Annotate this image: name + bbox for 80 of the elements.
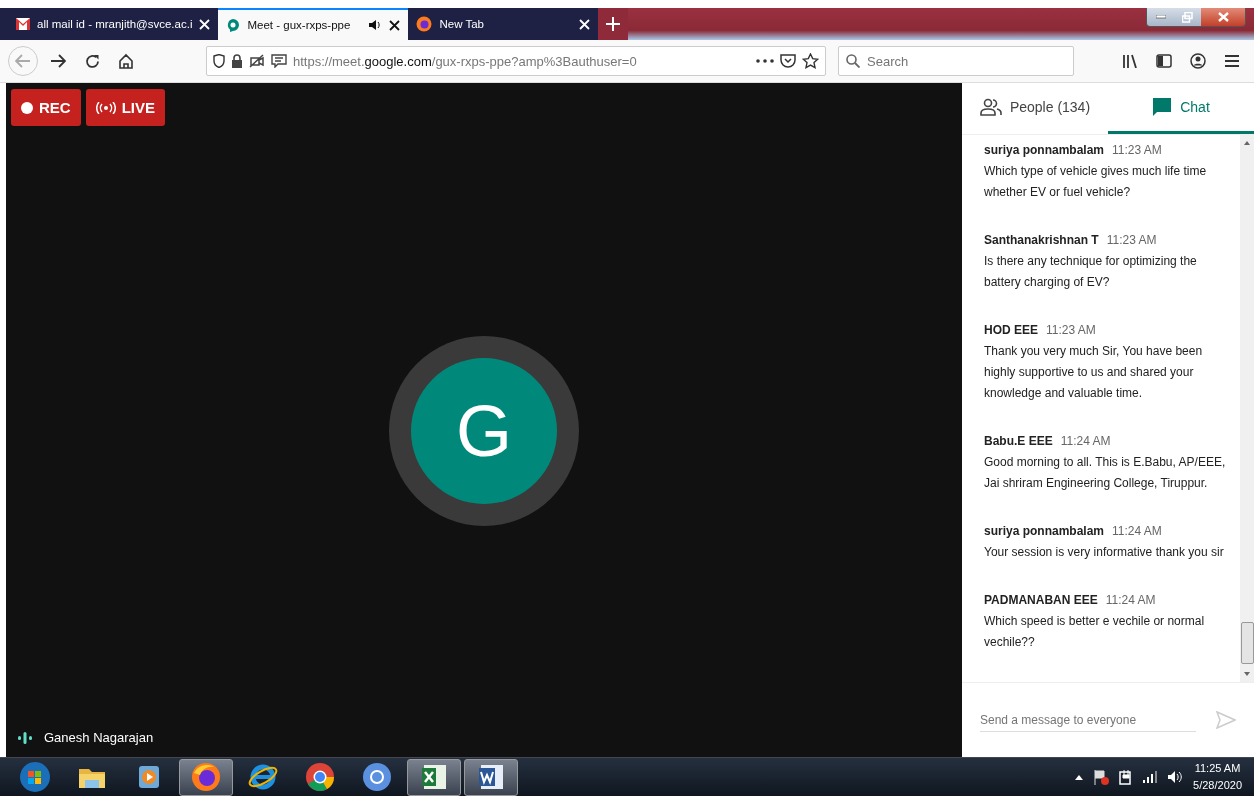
message-text: Is there any technique for optimizing the battery charging of EV? (984, 253, 1198, 291)
play-icon (139, 766, 159, 788)
message-time: 11:23 AM (1106, 232, 1157, 249)
message-time: 11:24 AM (1105, 592, 1156, 609)
panel-tab[interactable]: People (134) (962, 83, 1108, 134)
browser-tab[interactable]: New Tab (408, 8, 599, 40)
message-text: Which speed is better e vechile or normal vechile?? (984, 613, 1206, 651)
message-text: Which type of vehicle gives much life time whether EV or fuel vehicle? (984, 163, 1208, 201)
sender-name: HOD EEE (984, 322, 1038, 339)
forward-arrow-icon (50, 54, 66, 68)
scrollbar[interactable] (1240, 135, 1254, 682)
search-icon (846, 54, 860, 68)
minimize-icon (1155, 15, 1166, 19)
globe-ring-icon (248, 764, 278, 790)
fox-globe-icon (192, 763, 220, 791)
address-bar[interactable]: https://meet.google.com/gux-rxps-ppe?amp%3Bauthuser=0 (206, 46, 826, 76)
sender-name: suriya ponnambalam (984, 142, 1105, 159)
reload-icon (84, 53, 100, 69)
back-arrow-icon (15, 54, 31, 68)
live-badge[interactable]: LIVE (85, 89, 165, 126)
taskbar-button[interactable] (464, 758, 518, 796)
plug-icon[interactable] (1119, 769, 1134, 785)
fox-globe-icon (416, 16, 433, 32)
browser-tab[interactable]: Meet - gux-rxps-ppe (218, 8, 409, 40)
start-orb-icon (20, 762, 50, 792)
restore-icon (1182, 11, 1193, 23)
folder-icon (79, 769, 105, 788)
envelope-icon (16, 18, 30, 30)
scroll-down-icon[interactable] (1243, 670, 1251, 678)
message-icon[interactable] (271, 54, 287, 68)
document-icon (479, 765, 503, 789)
message-time: 11:23 AM (1112, 142, 1162, 159)
speaker-icon[interactable] (1167, 770, 1184, 784)
close-icon (1217, 12, 1229, 22)
plus-icon (606, 17, 621, 31)
tray-arrow-icon[interactable] (1075, 774, 1084, 780)
clock[interactable]: 11:25 AM 5/28/2020 (1193, 760, 1242, 794)
message-time: 11:24 AM (1112, 523, 1162, 540)
recording-badge[interactable]: REC (11, 89, 81, 126)
panel-tab[interactable]: Chat (1108, 83, 1254, 134)
message-text: Good morning to all. This is E.Babu, AP/EEE, Jai shriram Engineering College, Tiruppur. (984, 454, 1226, 492)
scrollbar-thumb[interactable] (1241, 622, 1254, 664)
home-icon (118, 53, 134, 69)
message-text: Your session is very informative thank you sir (984, 544, 1225, 561)
pocket-icon[interactable] (780, 53, 796, 69)
message-time: 11:24 AM (1060, 433, 1111, 450)
sender-name: suriya ponnambalam (984, 523, 1105, 540)
speaker-icon[interactable] (368, 19, 383, 31)
shield-icon[interactable] (213, 54, 225, 68)
browser-tab[interactable]: all mail id - mranjith@svce.ac.i (8, 8, 219, 40)
url-text[interactable]: https://meet.google.com/gux-rxps-ppe?amp%3Bauthuser=0 (293, 53, 750, 69)
avatar: G (411, 358, 557, 504)
broadcast-icon (95, 101, 116, 114)
sender-name: Babu.E EEE (984, 433, 1053, 450)
taskbar-button[interactable] (179, 758, 233, 796)
message-text: Thank you very much Sir, You have been highly supportive to us and shared your knowledge and valuable time. (984, 343, 1204, 402)
star-icon[interactable] (802, 53, 819, 69)
flag-icon[interactable] (1093, 769, 1110, 785)
chat-icon (1152, 97, 1173, 117)
spreadsheet-icon (422, 765, 446, 789)
sender-name: Santhanakrishnan T (984, 232, 1099, 249)
ring-circle-icon (363, 763, 391, 791)
lock-icon[interactable] (231, 54, 243, 68)
chat-bubble-icon (226, 18, 241, 32)
tricolor-circle-icon (306, 763, 334, 791)
signal-icon[interactable] (1143, 771, 1158, 783)
close-button[interactable] (1201, 8, 1245, 26)
participant-name: Ganesh Nagarajan (44, 730, 154, 745)
blocked-camera-icon[interactable] (249, 54, 265, 68)
record-dot-icon (21, 101, 33, 114)
scroll-up-icon[interactable] (1243, 139, 1251, 147)
search-field[interactable]: Search (838, 46, 1074, 76)
new-tab-button[interactable] (598, 8, 629, 40)
audio-level-icon (18, 731, 32, 744)
sender-name: PADMANABAN EEE (984, 592, 1098, 609)
message-time: 11:23 AM (1046, 322, 1096, 339)
people-icon (979, 98, 1002, 116)
taskbar-button[interactable] (407, 758, 461, 796)
more-icon[interactable] (756, 59, 774, 63)
close-icon[interactable] (389, 19, 401, 31)
